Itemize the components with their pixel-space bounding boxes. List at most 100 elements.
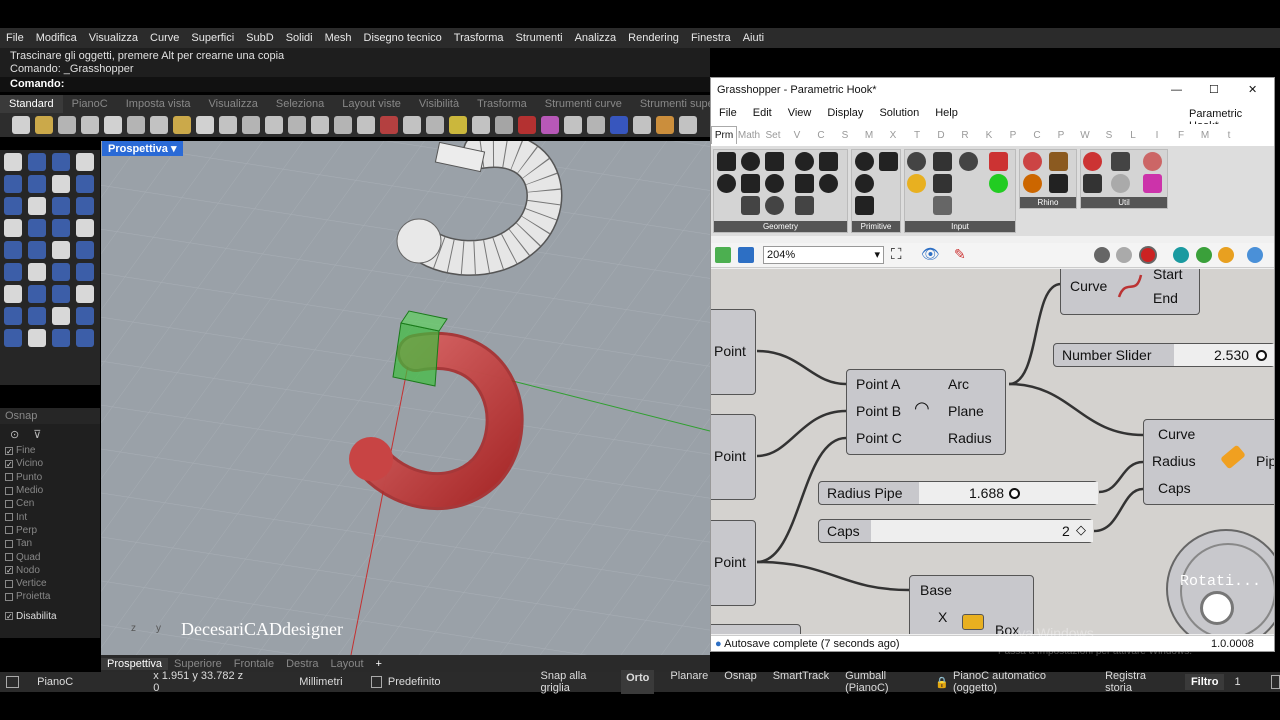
toolbar-icon[interactable] <box>495 116 513 134</box>
tool-icon[interactable] <box>52 219 70 237</box>
gh-tab[interactable]: F <box>1169 130 1193 141</box>
status-units[interactable]: Millimetri <box>299 676 342 688</box>
ribbon-component-icon[interactable] <box>717 152 736 171</box>
toolbar-icon[interactable] <box>449 116 467 134</box>
gh-menu-item[interactable]: Display <box>819 107 871 119</box>
tool-icon[interactable] <box>28 219 46 237</box>
panel-right-icon[interactable] <box>1270 675 1280 689</box>
preview-sphere-icon[interactable] <box>1247 247 1263 263</box>
toolbar-tab[interactable]: Imposta vista <box>117 98 200 110</box>
gh-menu-item[interactable]: View <box>780 107 820 119</box>
toolbar-tab[interactable]: Visibilità <box>410 98 468 110</box>
curve-component[interactable]: Curve Start End <box>1060 269 1200 315</box>
ribbon-component-icon[interactable] <box>907 152 926 171</box>
toolbar-icon[interactable] <box>518 116 536 134</box>
gh-menu-item[interactable]: File <box>711 107 745 119</box>
tool-icon[interactable] <box>52 285 70 303</box>
tool-icon[interactable] <box>4 307 22 325</box>
gh-tab[interactable]: X <box>881 130 905 141</box>
gh-tab[interactable]: S <box>833 130 857 141</box>
menu-item[interactable]: Finestra <box>685 32 737 44</box>
tool-icon[interactable] <box>4 153 22 171</box>
tool-icon[interactable] <box>4 285 22 303</box>
tool-icon[interactable] <box>28 197 46 215</box>
tool-icon[interactable] <box>4 175 22 193</box>
ribbon-component-icon[interactable] <box>765 152 784 171</box>
ribbon-component-icon[interactable] <box>717 174 736 193</box>
status-toggle[interactable]: Planare <box>670 670 708 694</box>
tool-icon[interactable] <box>52 329 70 347</box>
toolbar-icon[interactable] <box>81 116 99 134</box>
toolbar-icon[interactable] <box>426 116 444 134</box>
toolbar-icon[interactable] <box>288 116 306 134</box>
menu-item[interactable]: Trasforma <box>448 32 510 44</box>
osnap-fine[interactable]: ✓ Fine <box>0 444 100 457</box>
tool-icon[interactable] <box>28 307 46 325</box>
osnap-vicino[interactable]: ✓ Vicino <box>0 457 100 470</box>
gh-canvas[interactable]: Curve Start End Number Slider 2.530 Poin… <box>711 269 1274 634</box>
tool-icon[interactable] <box>4 197 22 215</box>
open-file-icon[interactable] <box>715 247 731 263</box>
viewport-tab[interactable]: Prospettiva <box>101 657 169 670</box>
menu-item[interactable]: Solidi <box>280 32 319 44</box>
gh-tab[interactable]: I <box>1145 130 1169 141</box>
status-filter[interactable]: Filtro <box>1184 674 1225 690</box>
tool-icon[interactable] <box>76 241 94 259</box>
ribbon-component-icon[interactable] <box>795 174 814 193</box>
ribbon-component-icon[interactable] <box>765 196 784 215</box>
ribbon-component-icon[interactable] <box>855 174 874 193</box>
ribbon-component-icon[interactable] <box>741 196 760 215</box>
osnap-medio[interactable]: Medio <box>0 484 100 497</box>
gh-tab[interactable]: P <box>1001 130 1025 141</box>
toolbar-tab[interactable]: Visualizza <box>200 98 267 110</box>
viewport-tab[interactable]: Frontale <box>228 658 280 670</box>
tool-icon[interactable] <box>76 219 94 237</box>
perspective-viewport[interactable]: DecesariCADdesigner z y <box>101 141 710 655</box>
osnap-quad[interactable]: Quad <box>0 550 100 563</box>
toolbar-icon[interactable] <box>610 116 628 134</box>
preview-quality-icon[interactable] <box>1218 247 1234 263</box>
zoom-extents-icon[interactable]: ⛶ <box>891 246 902 263</box>
tool-icon[interactable] <box>28 241 46 259</box>
menu-item[interactable]: File <box>0 32 30 44</box>
gh-menu-item[interactable]: Solution <box>871 107 927 119</box>
status-lock[interactable]: PianoC automatico (oggetto) <box>953 670 1083 694</box>
menu-item[interactable]: Rendering <box>622 32 685 44</box>
toolbar-icon[interactable] <box>196 116 214 134</box>
gh-menu-item[interactable]: Edit <box>745 107 780 119</box>
tool-icon[interactable] <box>52 175 70 193</box>
status-history[interactable]: Registra storia <box>1105 670 1171 694</box>
command-prompt[interactable]: Comando: <box>0 77 710 92</box>
sketch-icon[interactable]: ✎ <box>954 246 966 263</box>
toolbar-icon[interactable] <box>58 116 76 134</box>
pipe-component[interactable]: Curve Radius Caps Pipe <box>1143 419 1274 505</box>
menu-item[interactable]: Disegno tecnico <box>358 32 448 44</box>
toolbar-icon[interactable] <box>564 116 582 134</box>
toolbar-icon[interactable] <box>633 116 651 134</box>
number-slider[interactable]: Number Slider 2.530 <box>1053 343 1274 367</box>
viewport-label[interactable]: Prospettiva ▾ <box>102 141 183 156</box>
tool-icon[interactable] <box>52 241 70 259</box>
filter-icon[interactable]: ⊽ <box>33 428 41 441</box>
gh-tab[interactable]: P <box>1049 130 1073 141</box>
gh-tab[interactable]: M <box>1193 130 1217 141</box>
gh-tab[interactable]: V <box>785 130 809 141</box>
toolbar-icon[interactable] <box>219 116 237 134</box>
status-toggle[interactable]: Gumball (PianoC) <box>845 670 917 694</box>
point-param-2[interactable]: Point <box>711 414 756 500</box>
menu-item[interactable]: Strumenti <box>510 32 569 44</box>
status-plane[interactable]: PianoC <box>37 676 73 688</box>
osnap-vertice[interactable]: Vertice <box>0 577 100 590</box>
ribbon-component-icon[interactable] <box>855 152 874 171</box>
point-param-3[interactable]: Point <box>711 520 756 606</box>
toolbar-icon[interactable] <box>265 116 283 134</box>
status-layer[interactable]: Predefinito <box>388 676 441 688</box>
status-toggle[interactable]: Orto <box>621 670 655 694</box>
dial-knob[interactable] <box>1200 591 1234 625</box>
status-toggle[interactable]: Snap alla griglia <box>541 670 606 694</box>
gh-menu-item[interactable]: Help <box>927 107 966 119</box>
minimize-icon[interactable]: — <box>1171 78 1182 102</box>
ribbon-component-icon[interactable] <box>765 174 784 193</box>
zoom-select[interactable]: 204% ▾ <box>763 246 884 264</box>
osnap-punto[interactable]: Punto <box>0 471 100 484</box>
